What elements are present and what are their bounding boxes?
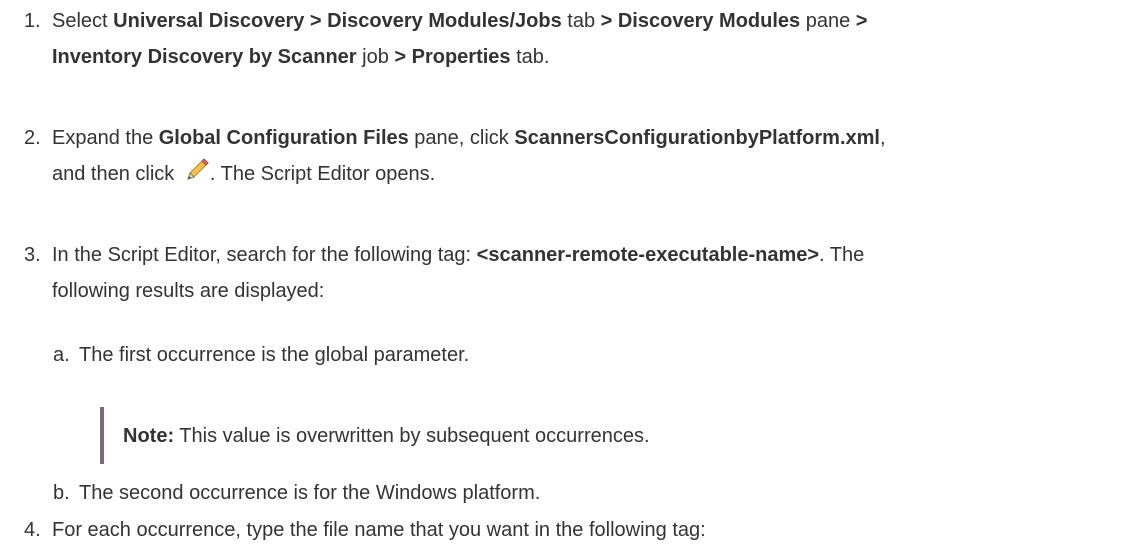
step-number: 4. <box>24 519 41 541</box>
note-label: Note: <box>123 425 175 447</box>
substep-letter: a. <box>53 344 70 366</box>
ui-path: ScannersConfigurationbyPlatform.xml <box>514 127 880 149</box>
text-run: pane, click <box>408 127 515 149</box>
step-text: In the Script Editor, search for the fol… <box>52 237 1140 309</box>
text-run: In the Script Editor, search for the fol… <box>52 244 477 266</box>
text-run: and then click <box>52 163 180 185</box>
text-run: , <box>879 127 886 149</box>
tag-name: <scanner-remote-executable-name> <box>476 244 820 266</box>
step-text: For each occurrence, type the file name … <box>52 519 706 541</box>
step-number: 2. <box>24 127 41 149</box>
substep-text: The first occurrence is the global param… <box>79 344 470 366</box>
ui-path: Inventory Discovery by Scanner <box>52 46 357 68</box>
ui-path: > Properties <box>394 46 511 68</box>
text-run: job <box>356 46 395 68</box>
pencil-edit-icon <box>181 157 210 185</box>
step-text: Select Universal Discovery > Discovery M… <box>52 3 1140 75</box>
ui-path: > Discovery Modules <box>600 10 801 32</box>
step-number: 3. <box>24 244 41 266</box>
ui-path: > <box>855 10 868 32</box>
text-run: following results are displayed: <box>52 280 325 302</box>
step-number: 1. <box>24 10 41 32</box>
step-1: 1. Select Universal Discovery > Discover… <box>0 3 1140 75</box>
substep-letter: b. <box>53 482 70 504</box>
note-text: Note: This value is overwritten by subse… <box>123 418 650 454</box>
text-run: . The <box>819 244 865 266</box>
ui-path: Global Configuration Files <box>158 127 409 149</box>
note-box: Note: This value is overwritten by subse… <box>100 407 1000 464</box>
step-4: 4. For each occurrence, type the file na… <box>0 512 1140 548</box>
note-bar <box>100 407 104 464</box>
step-2: 2. Expand the Global Configuration Files… <box>0 120 1140 192</box>
ui-path: Universal Discovery > Discovery Modules/… <box>113 10 562 32</box>
text-run: Expand the <box>52 127 159 149</box>
text-run: . The Script Editor opens. <box>209 163 436 185</box>
text-run: Select <box>52 10 114 32</box>
text-run: pane <box>800 10 856 32</box>
text-run: tab. <box>510 46 550 68</box>
note-body: This value is overwritten by subsequent … <box>174 425 650 447</box>
text-run: tab <box>561 10 601 32</box>
substep-text: The second occurrence is for the Windows… <box>79 482 541 504</box>
step-3: 3. In the Script Editor, search for the … <box>0 237 1140 309</box>
step-text: Expand the Global Configuration Files pa… <box>52 120 1140 192</box>
substep-a: a. The first occurrence is the global pa… <box>0 337 1140 373</box>
substep-b: b. The second occurrence is for the Wind… <box>0 475 1140 511</box>
